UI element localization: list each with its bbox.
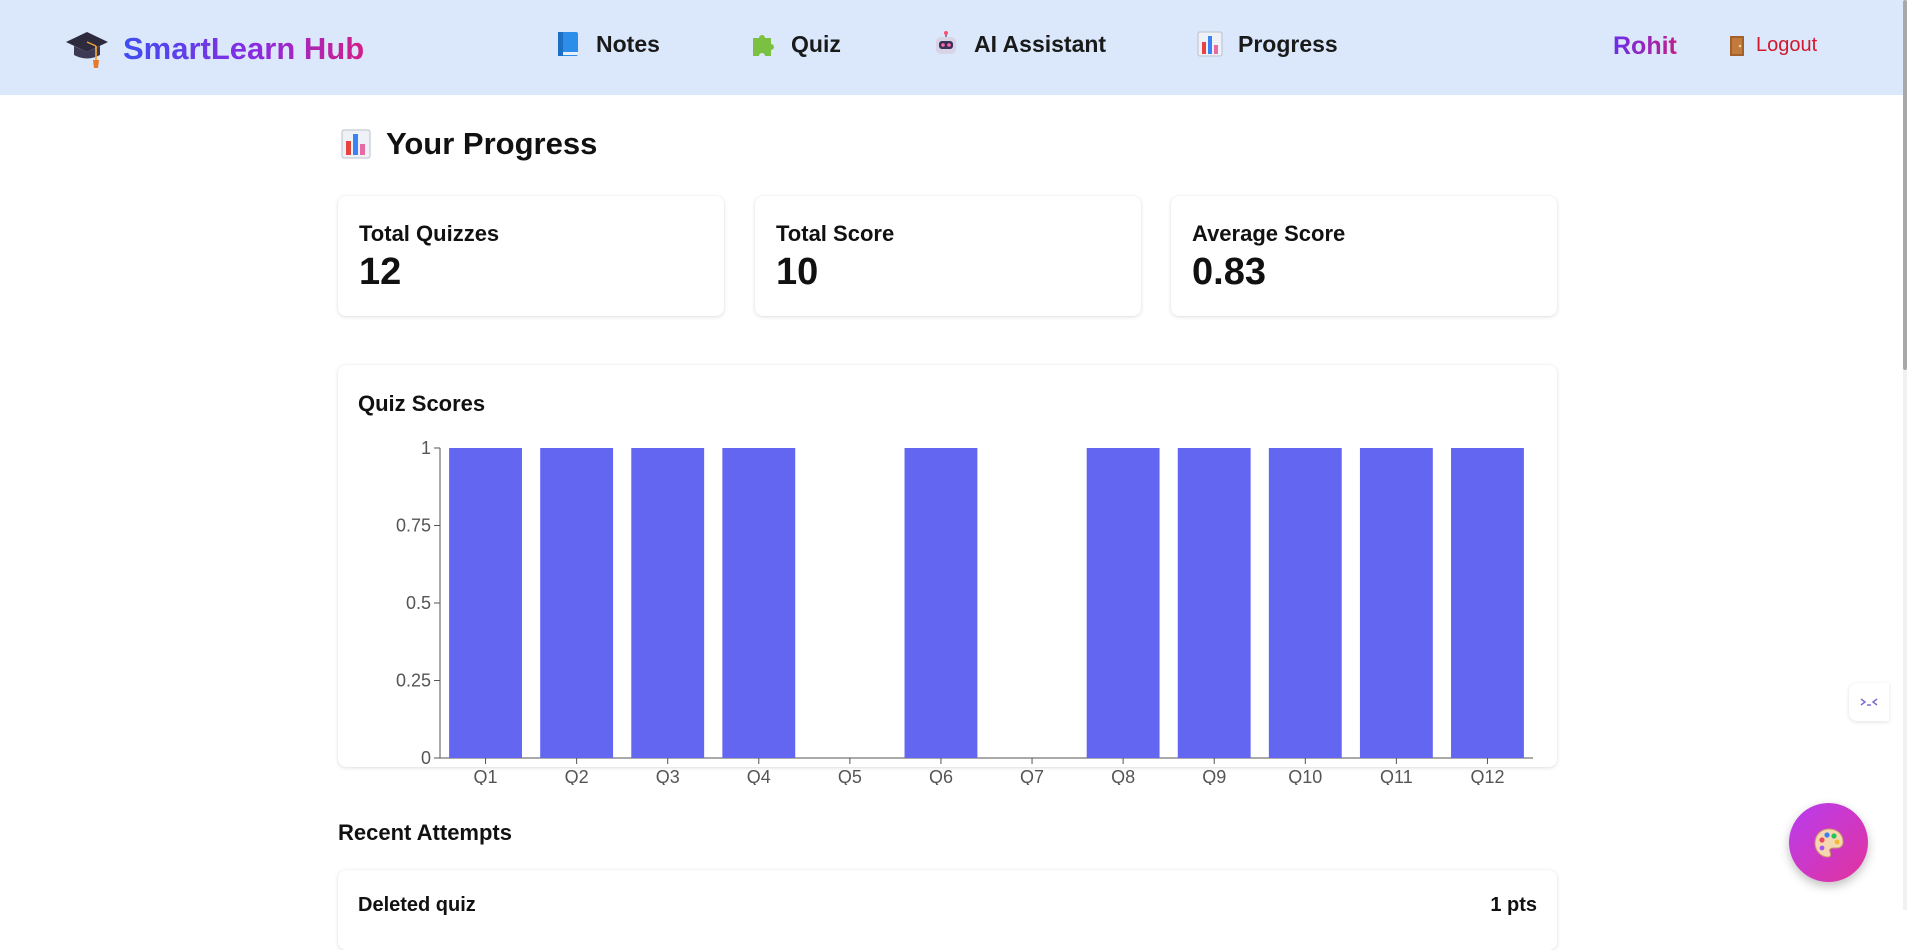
stat-card-total-quizzes: Total Quizzes 12 (338, 196, 724, 316)
stat-value: 10 (776, 251, 819, 293)
x-tick-label: Q3 (656, 767, 680, 785)
y-tick-label: 0.5 (406, 593, 431, 613)
bar[interactable] (904, 448, 978, 758)
brand-logo[interactable]: SmartLearn Hub (64, 28, 364, 70)
terminal-icon (1860, 698, 1878, 706)
page-title: Your Progress (340, 126, 597, 162)
x-tick-label: Q6 (929, 767, 953, 785)
y-tick-label: 0 (421, 748, 431, 768)
brand-name: SmartLearn Hub (123, 31, 365, 66)
quiz-scores-chart-card: Quiz Scores 0 0.25 0.5 0.75 1 Q1 Q2 Q3 Q4 Q5 Q6 Q7 Q… (338, 365, 1557, 785)
nav-link-notes[interactable]: Notes (554, 30, 660, 58)
x-tick-label: Q4 (747, 767, 771, 785)
nav-link-quiz[interactable]: Quiz (749, 30, 841, 58)
bar[interactable] (1177, 448, 1251, 758)
y-tick-label: 0.25 (396, 671, 431, 691)
bar[interactable] (1086, 448, 1160, 758)
stat-value: 12 (359, 251, 402, 293)
theme-palette-button[interactable] (1789, 803, 1868, 882)
stat-value: 0.83 (1192, 251, 1266, 293)
page-title-text: Your Progress (386, 126, 598, 161)
y-tick-label: 1 (421, 438, 431, 458)
nav-link-label: AI Assistant (974, 30, 1107, 57)
devtools-side-tab[interactable] (1849, 683, 1889, 721)
attempt-item[interactable]: Deleted quiz 1 pts (338, 870, 1557, 950)
top-navbar: SmartLearn Hub Notes Quiz AI Assistant P… (0, 0, 1903, 95)
nav-link-label: Notes (596, 30, 660, 57)
user-name[interactable]: Rohit (1613, 32, 1677, 61)
x-tick-label: Q1 (474, 767, 498, 785)
quiz-scores-chart: 0 0.25 0.5 0.75 1 Q1 Q2 Q3 Q4 Q5 Q6 Q7 Q8 Q9 Q10 Q11 Q12 (396, 438, 1533, 785)
puzzle-icon (753, 35, 774, 56)
x-tick-label: Q8 (1111, 767, 1135, 785)
nav-link-progress[interactable]: Progress (1196, 30, 1338, 58)
bar[interactable] (1359, 448, 1433, 758)
nav-link-label: Progress (1238, 30, 1338, 57)
x-tick-label: Q10 (1288, 767, 1322, 785)
door-icon (1730, 35, 1744, 56)
bar-chart-icon (341, 129, 371, 159)
attempt-points: 1 pts (1490, 894, 1537, 916)
x-tick-label: Q7 (1020, 767, 1044, 785)
bar[interactable] (722, 448, 796, 758)
graduation-cap-icon (66, 32, 108, 68)
scrollbar-thumb[interactable] (1903, 0, 1907, 370)
bar[interactable] (1451, 448, 1524, 758)
stat-label: Average Score (1192, 221, 1346, 246)
recent-attempts-title: Recent Attempts (338, 820, 512, 845)
x-tick-label: Q2 (565, 767, 589, 785)
vertical-scrollbar[interactable] (1903, 0, 1907, 910)
stat-card-average-score: Average Score 0.83 (1171, 196, 1557, 316)
bar[interactable] (631, 448, 705, 758)
stat-label: Total Score (776, 221, 895, 246)
x-tick-label: Q11 (1380, 767, 1413, 785)
robot-icon (936, 31, 956, 54)
stat-label: Total Quizzes (359, 221, 500, 246)
y-tick-label: 0.75 (396, 516, 431, 536)
bar-chart-icon (1197, 31, 1223, 57)
palette-icon (1813, 827, 1844, 858)
bar[interactable] (540, 448, 614, 758)
logout-button[interactable]: Logout (1728, 34, 1817, 57)
bar[interactable] (1268, 448, 1342, 758)
bar[interactable] (449, 448, 522, 758)
logout-label: Logout (1756, 34, 1818, 56)
attempt-name: Deleted quiz (358, 894, 476, 916)
nav-link-label: Quiz (791, 30, 841, 57)
x-tick-label: Q12 (1470, 767, 1504, 785)
stat-card-total-score: Total Score 10 (755, 196, 1141, 316)
x-tick-label: Q9 (1202, 767, 1226, 785)
x-tick-label: Q5 (838, 767, 862, 785)
nav-link-ai-assistant[interactable]: AI Assistant (932, 30, 1106, 58)
book-icon (558, 32, 578, 56)
